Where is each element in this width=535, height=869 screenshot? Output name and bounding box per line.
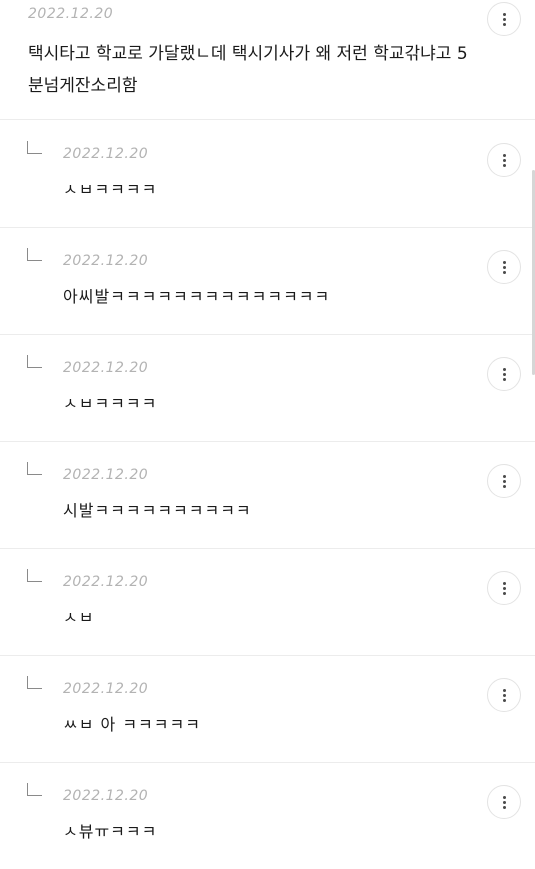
- more-options-button[interactable]: [487, 785, 521, 819]
- reply-arrow-icon: [27, 569, 42, 582]
- reply-date: 2022.12.20: [63, 574, 149, 590]
- reply-arrow-icon: [27, 248, 42, 261]
- reply-date: 2022.12.20: [63, 360, 149, 376]
- reply-arrow-icon: [27, 783, 42, 796]
- more-options-button[interactable]: [487, 357, 521, 391]
- reply-item: 2022.12.20 시발ㅋㅋㅋㅋㅋㅋㅋㅋㅋㅋ: [0, 441, 535, 549]
- reply-date: 2022.12.20: [63, 788, 149, 804]
- reply-item: 2022.12.20 ㅅ뷰ㅠㅋㅋㅋ: [0, 762, 535, 869]
- reply-text: 시발ㅋㅋㅋㅋㅋㅋㅋㅋㅋㅋ: [63, 501, 252, 520]
- comment-date: 2022.12.20: [28, 6, 114, 22]
- reply-arrow-icon: [27, 355, 42, 368]
- reply-item: 2022.12.20 ㅅㅂㅋㅋㅋㅋ: [0, 120, 535, 228]
- more-options-button[interactable]: [487, 143, 521, 177]
- reply-text: ㅅ뷰ㅠㅋㅋㅋ: [63, 822, 158, 841]
- more-dots-icon: [502, 474, 506, 478]
- more-options-button[interactable]: [487, 250, 521, 284]
- more-dots-icon: [502, 260, 506, 264]
- reply-item: 2022.12.20 ㅅㅂㅋㅋㅋㅋ: [0, 334, 535, 442]
- reply-date: 2022.12.20: [63, 467, 149, 483]
- more-options-button[interactable]: [487, 2, 521, 36]
- reply-text: ㅅㅂ: [63, 608, 95, 627]
- reply-arrow-icon: [27, 676, 42, 689]
- more-options-button[interactable]: [487, 678, 521, 712]
- reply-arrow-icon: [27, 462, 42, 475]
- reply-text: ㅆㅂ 아 ㅋㅋㅋㅋㅋ: [63, 715, 201, 734]
- more-dots-icon: [502, 581, 506, 585]
- more-dots-icon: [502, 795, 506, 799]
- more-options-button[interactable]: [487, 571, 521, 605]
- reply-date: 2022.12.20: [63, 253, 149, 269]
- reply-text: ㅅㅂㅋㅋㅋㅋ: [63, 394, 158, 413]
- more-dots-icon: [502, 688, 506, 692]
- more-dots-icon: [502, 12, 506, 16]
- reply-item: 2022.12.20 아씨발ㅋㅋㅋㅋㅋㅋㅋㅋㅋㅋㅋㅋㅋㅋ: [0, 227, 535, 335]
- reply-date: 2022.12.20: [63, 681, 149, 697]
- comment-text: 택시타고 학교로 가달랬ㄴ데 택시기사가 왜 저런 학교갂냐고 5분넘게잔소리함: [28, 44, 468, 96]
- comment-item: 2022.12.20 택시타고 학교로 가달랬ㄴ데 택시기사가 왜 저런 학교갂…: [0, 0, 535, 120]
- reply-text: ㅅㅂㅋㅋㅋㅋ: [63, 180, 158, 199]
- more-options-button[interactable]: [487, 464, 521, 498]
- reply-item: 2022.12.20 ㅅㅂ: [0, 548, 535, 656]
- more-dots-icon: [502, 367, 506, 371]
- more-dots-icon: [502, 153, 506, 157]
- reply-text: 아씨발ㅋㅋㅋㅋㅋㅋㅋㅋㅋㅋㅋㅋㅋㅋ: [63, 287, 331, 306]
- reply-item: 2022.12.20 ㅆㅂ 아 ㅋㅋㅋㅋㅋ: [0, 655, 535, 763]
- reply-date: 2022.12.20: [63, 146, 149, 162]
- reply-arrow-icon: [27, 141, 42, 154]
